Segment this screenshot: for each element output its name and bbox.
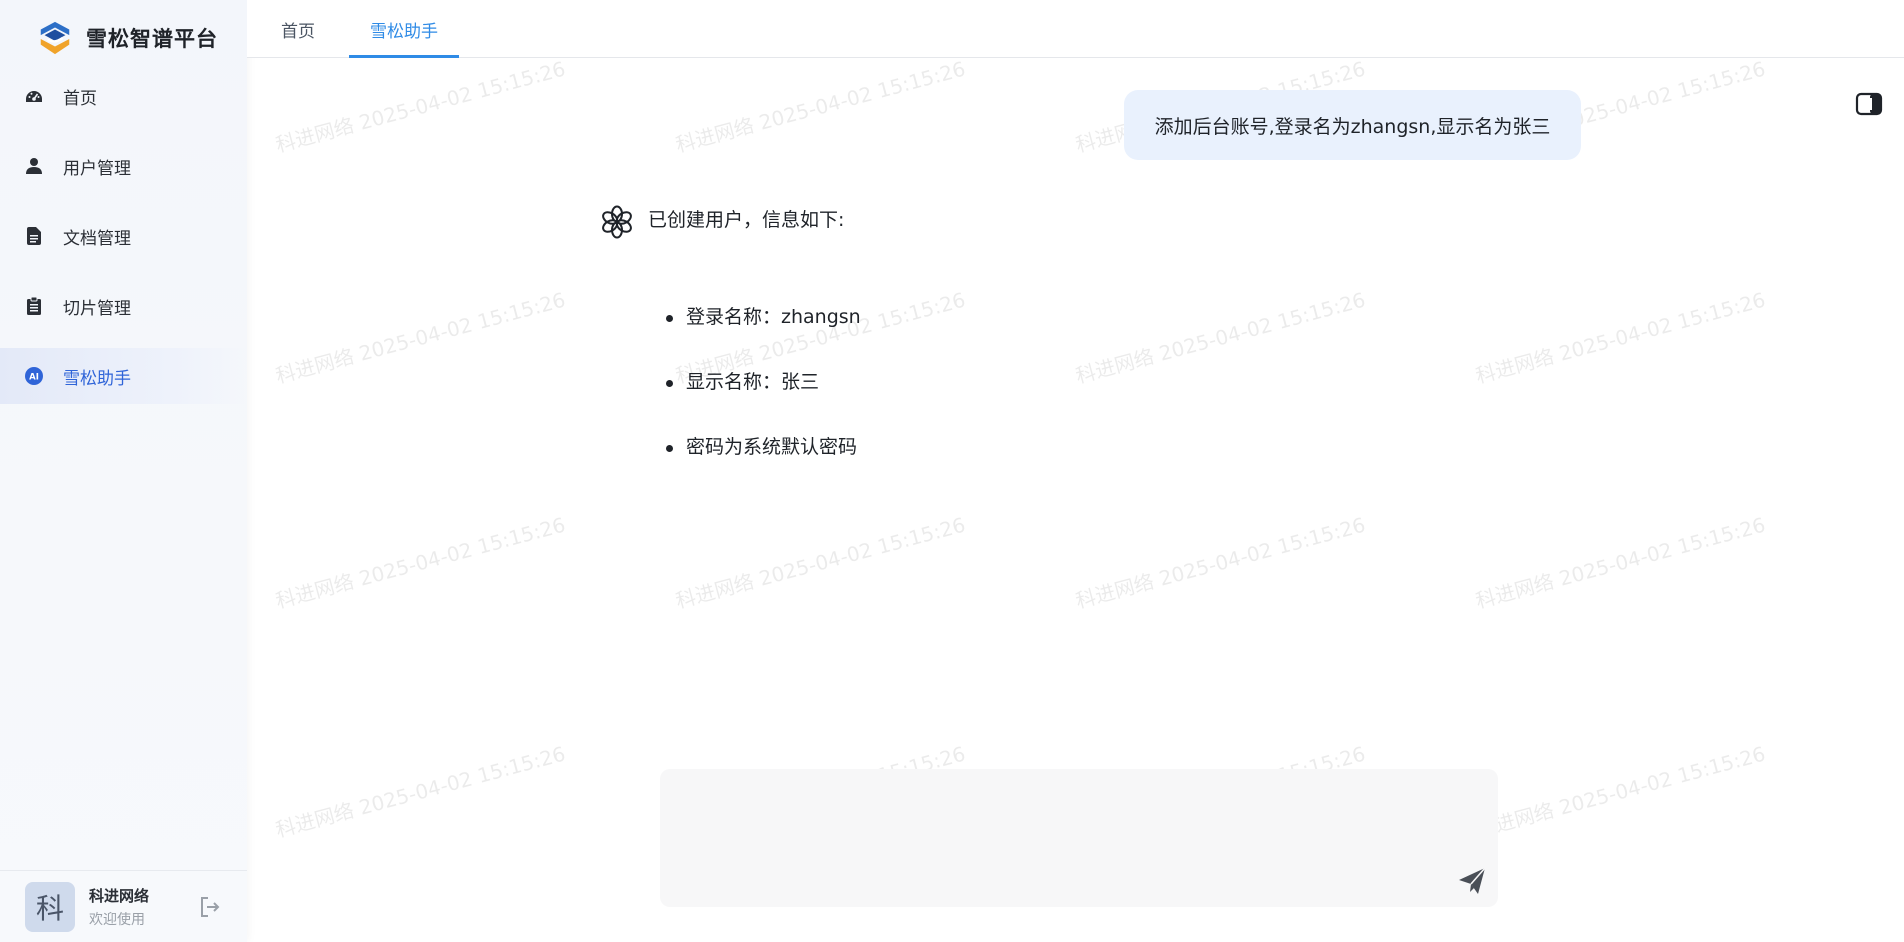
user-icon [24, 156, 44, 176]
brand-name: 雪松智谱平台 [86, 27, 218, 51]
user-subtitle: 欢迎使用 [89, 911, 145, 928]
sidebar-item-assistant[interactable]: AI 雪松助手 [0, 348, 247, 404]
svg-text:AI: AI [29, 373, 39, 383]
sidebar-item-users[interactable]: 用户管理 [0, 138, 247, 194]
watermark: 科进网络 2025-04-02 15:15:26 [1473, 512, 1768, 614]
sidebar-item-label: 用户管理 [63, 158, 131, 179]
tab-home[interactable]: 首页 [247, 0, 349, 58]
ai-icon: AI [24, 366, 44, 386]
watermark: 科进网络 2025-04-02 15:15:26 [273, 58, 568, 158]
assistant-avatar-icon [602, 205, 632, 239]
sidebar-item-home[interactable]: 首页 [0, 68, 247, 124]
sidebar-item-label: 切片管理 [63, 298, 131, 319]
logout-icon[interactable] [198, 895, 222, 919]
user-bar: 科 科进网络 欢迎使用 [0, 870, 247, 942]
tab-bar: 首页 雪松助手 [247, 0, 1904, 58]
watermark: 科进网络 2025-04-02 15:15:26 [273, 512, 568, 614]
watermark: 科进网络 2025-04-02 15:15:26 [673, 512, 968, 614]
list-item: 登录名称：zhangsn [666, 305, 861, 370]
message-input[interactable] [660, 769, 1498, 907]
sidebar-item-slices[interactable]: 切片管理 [0, 278, 247, 334]
assistant-message-intro: 已创建用户，信息如下: [648, 209, 845, 231]
sidebar-item-label: 雪松助手 [63, 368, 131, 389]
list-item: 显示名称：张三 [666, 370, 861, 435]
watermark: 科进网络 2025-04-02 15:15:26 [273, 741, 568, 843]
watermark: 科进网络 2025-04-02 15:15:26 [1073, 287, 1368, 389]
sidebar-item-label: 首页 [63, 88, 97, 109]
message-composer [660, 769, 1498, 907]
list-item: 密码为系统默认密码 [666, 435, 861, 500]
document-icon [24, 226, 44, 246]
user-message-bubble: 添加后台账号,登录名为zhangsn,显示名为张三 [1124, 90, 1581, 160]
brand-logo-icon [40, 21, 70, 55]
assistant-message-list: 登录名称：zhangsn 显示名称：张三 密码为系统默认密码 [666, 305, 861, 500]
watermark: 科进网络 2025-04-02 15:15:26 [673, 58, 968, 158]
send-icon[interactable] [1456, 865, 1488, 897]
sidebar-nav: 首页 用户管理 文档管理 切片管理 AI 雪松助手 [0, 68, 247, 418]
panel-toggle-icon[interactable] [1855, 92, 1883, 116]
watermark: 科进网络 2025-04-02 15:15:26 [1073, 512, 1368, 614]
watermark: 科进网络 2025-04-02 15:15:26 [273, 287, 568, 389]
watermark: 科进网络 2025-04-02 15:15:26 [1473, 741, 1768, 843]
sidebar-item-label: 文档管理 [63, 228, 131, 249]
user-info: 科进网络 欢迎使用 [89, 885, 149, 929]
clipboard-icon [24, 296, 44, 316]
watermark: 科进网络 2025-04-02 15:15:26 [1473, 287, 1768, 389]
tab-assistant[interactable]: 雪松助手 [349, 0, 459, 58]
chat-area: 科进网络 2025-04-02 15:15:26 科进网络 2025-04-02… [247, 58, 1904, 942]
sidebar: 雪松智谱平台 首页 用户管理 文档管理 切片管理 AI 雪松助手 科 科进网络 … [0, 0, 247, 942]
brand: 雪松智谱平台 [36, 18, 218, 58]
sidebar-item-documents[interactable]: 文档管理 [0, 208, 247, 264]
dashboard-icon [24, 86, 44, 106]
user-name: 科进网络 [89, 886, 150, 905]
avatar[interactable]: 科 [25, 881, 75, 932]
